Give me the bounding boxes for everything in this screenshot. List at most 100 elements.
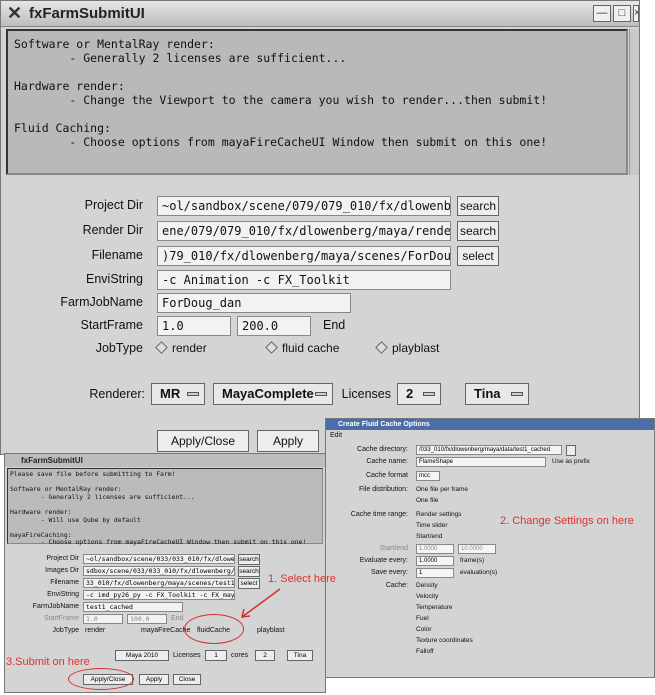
jobtype-fluid-cache-radio[interactable]: fluid cache	[265, 341, 339, 355]
maximize-button[interactable]: □	[613, 5, 631, 22]
step1-arrow-icon	[241, 588, 281, 618]
step3-highlight-ellipse	[68, 668, 134, 690]
evaluate-every-label: Evaluate every:	[359, 557, 408, 564]
render-dir-search-button[interactable]: search	[457, 221, 499, 241]
filename-select-button[interactable]: select	[457, 246, 499, 266]
cache-name-label: Cache name:	[366, 458, 408, 465]
render-settings-radio[interactable]: Render settings	[416, 511, 462, 518]
project-dir-label: Project Dir	[84, 198, 143, 212]
fluid-cache-options-window: Create Fluid Cache Options Edit Cache di…	[325, 418, 655, 678]
window-title: fxFarmSubmitUI	[29, 5, 145, 22]
jobtype-label: JobType	[95, 341, 143, 355]
package-select[interactable]: MayaComplete	[213, 383, 333, 405]
use-prefix-checkbox[interactable]: Use as prefix	[552, 458, 590, 465]
minimize-button[interactable]: —	[593, 5, 611, 22]
cache-name-field[interactable]: FlameShape	[416, 457, 546, 467]
cache-label: Cache:	[385, 582, 408, 589]
small-cores-select[interactable]: 2	[255, 650, 275, 661]
startend-label: Start/end	[379, 545, 408, 552]
small-job-field[interactable]: test1_cached	[83, 602, 183, 612]
step1-highlight-ellipse	[184, 614, 244, 644]
edit-menu[interactable]: Edit	[326, 430, 654, 441]
small-filename-field[interactable]: 33_010/fx/dlowenberg/maya/scenes/test1_c…	[83, 578, 235, 588]
dropdown-icon	[511, 392, 523, 396]
save-every-field[interactable]: 1	[416, 568, 454, 578]
renderer-label: Renderer:	[89, 387, 145, 401]
dropdown-icon	[423, 392, 435, 396]
small-end-label: End	[171, 615, 184, 622]
cache-directory-label: Cache directory:	[357, 446, 408, 453]
jobtype-playblast-radio[interactable]: playblast	[375, 341, 439, 355]
small-images-field[interactable]: sdbox/scene/033/033_010/fx/dlowenberg/ma…	[83, 566, 235, 576]
end-label: End	[323, 318, 346, 332]
small-job-label: FarmJobName	[32, 603, 79, 610]
small-images-label: Images Dir	[45, 567, 79, 574]
radio-diamond-icon	[155, 341, 168, 354]
dropdown-icon	[315, 392, 327, 396]
texture-coordinates-checkbox[interactable]: Texture coordinates	[416, 637, 473, 644]
radio-diamond-icon	[375, 341, 388, 354]
close-window-button[interactable]: ×	[633, 5, 639, 22]
project-dir-search-button[interactable]: search	[457, 196, 499, 216]
cache-format-label: Cache format	[365, 472, 408, 479]
licenses-label: Licenses	[341, 387, 391, 401]
small-project-search-button[interactable]: search	[238, 554, 260, 565]
renderer-select[interactable]: MR	[151, 383, 205, 405]
small-start-field[interactable]: 1.0	[83, 614, 123, 624]
one-file-per-frame-radio[interactable]: One file per frame	[416, 486, 468, 493]
end-value-field[interactable]: 10.0000	[458, 544, 496, 554]
time-slider-radio[interactable]: Time slider	[416, 522, 448, 529]
radio-diamond-icon	[265, 341, 278, 354]
title-bar: ✕ fxFarmSubmitUI — □ ×	[1, 1, 639, 27]
cache-format-select[interactable]: mcc	[416, 471, 440, 481]
folder-browse-icon[interactable]	[566, 445, 576, 456]
small-close-button[interactable]: Close	[173, 674, 201, 685]
apply-close-button[interactable]: Apply/Close	[157, 430, 249, 452]
farmjobname-field[interactable]: ForDoug_dan	[157, 293, 351, 313]
fuel-checkbox[interactable]: Fuel	[416, 615, 429, 622]
density-checkbox[interactable]: Density	[416, 582, 438, 589]
dropdown-icon	[187, 392, 199, 396]
velocity-checkbox[interactable]: Velocity	[416, 593, 438, 600]
temperature-checkbox[interactable]: Temperature	[416, 604, 453, 611]
small-cores-label: cores	[231, 652, 249, 659]
file-distribution-label: File distribution:	[358, 486, 408, 493]
small-project-label: Project Dir	[46, 555, 79, 562]
filename-field[interactable]: )79_010/fx/dlowenberg/maya/scenes/ForDou…	[157, 246, 451, 266]
start-value-field[interactable]: 1.0000	[416, 544, 454, 554]
render-dir-field[interactable]: ene/079/079_010/fx/dlowenberg/maya/rende…	[157, 221, 451, 241]
start-end-radio[interactable]: Start/end	[416, 533, 442, 540]
message-scrollbar[interactable]	[629, 29, 639, 175]
step1-annotation: 1. Select here	[268, 573, 336, 585]
startframe-field[interactable]: 1.0	[157, 316, 231, 336]
save-every-label: Save every:	[371, 569, 408, 576]
evaluations-unit: evaluation(s)	[460, 569, 498, 576]
small-jobtype-playblast[interactable]: playblast	[257, 627, 297, 634]
licenses-select[interactable]: 2	[397, 383, 441, 405]
step3-annotation: 3.Submit on here	[6, 656, 90, 668]
color-checkbox[interactable]: Color	[416, 626, 432, 633]
app-x-icon: ✕	[7, 3, 23, 23]
cache-directory-field[interactable]: /033_010/fx/dlowenberg/maya/data/test1_c…	[416, 445, 562, 455]
jobtype-render-radio[interactable]: render	[155, 341, 207, 355]
user-select[interactable]: Tina	[465, 383, 529, 405]
small-images-search-button[interactable]: search	[238, 566, 260, 577]
apply-button[interactable]: Apply	[257, 430, 319, 452]
small-envi-field[interactable]: -c imd_py26_py -c FX_Toolkit -c FX_maya-…	[83, 590, 235, 600]
small-end-field[interactable]: 100.0	[127, 614, 167, 624]
startframe-label: StartFrame	[80, 318, 143, 332]
small-maya-version-select[interactable]: Maya 2010	[115, 650, 169, 661]
one-file-radio[interactable]: One file	[416, 497, 438, 504]
endframe-field[interactable]: 200.0	[237, 316, 311, 336]
project-dir-field[interactable]: ~ol/sandbox/scene/079/079_010/fx/dlowenb…	[157, 196, 451, 216]
small-jobtype-render[interactable]: render	[85, 627, 125, 634]
envistring-field[interactable]: -c Animation -c FX_Toolkit	[157, 270, 451, 290]
small-user-select[interactable]: Tina	[287, 650, 313, 661]
small-licenses-select[interactable]: 1	[205, 650, 227, 661]
small-apply-button[interactable]: Apply	[139, 674, 169, 685]
falloff-checkbox[interactable]: Falloff	[416, 648, 434, 655]
small-project-field[interactable]: ~ol/sandbox/scene/033/033_010/fx/dlowenb…	[83, 554, 235, 564]
evaluate-every-field[interactable]: 1.0000	[416, 556, 454, 566]
small-start-label: StartFrame	[43, 615, 79, 622]
render-dir-label: Render Dir	[82, 223, 143, 237]
